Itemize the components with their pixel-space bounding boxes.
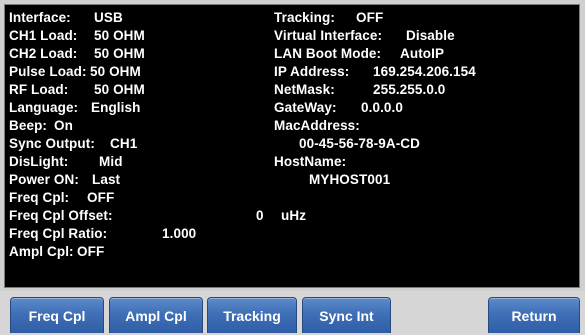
pulse-load-row: Pulse Load: 50 OHM [9,63,141,81]
rf-load-row: RF Load: 50 OHM [9,81,145,99]
mac-address-value: 00-45-56-78-9A-CD [299,136,420,151]
softkey-bar: Freq Cpl Ampl Cpl Tracking Sync Int Retu… [0,291,585,335]
ip-address-label: IP Address: [274,64,350,79]
tracking-softkey[interactable]: Tracking [207,297,297,333]
interface-label: Interface: [9,10,71,25]
beep-label: Beep: [9,118,48,133]
tracking-label: Tracking: [274,10,335,25]
freq-cpl-label: Freq Cpl: [9,190,70,205]
sync-int-softkey[interactable]: Sync Int [302,297,391,333]
beep-value: On [54,118,73,133]
ch2-load-row: CH2 Load: 50 OHM [9,45,145,63]
netmask-label: NetMask: [274,82,335,97]
freq-cpl-row: Freq Cpl: OFF [9,189,114,207]
freq-cpl-ratio-row: Freq Cpl Ratio: 1.000 [9,225,196,243]
mac-address-label: MacAddress: [274,118,360,133]
freq-cpl-value: OFF [87,190,115,205]
ampl-cpl-softkey[interactable]: Ampl Cpl [109,297,203,333]
pulse-load-value: 50 OHM [90,64,141,79]
ampl-cpl-label: Ampl Cpl: [9,244,74,259]
hostname-value: MYHOST001 [309,172,391,187]
instrument-bezel: Interface: USB CH1 Load: 50 OHM CH2 Load: 5… [0,0,585,335]
ampl-cpl-row: Ampl Cpl: OFF [9,243,104,261]
gateway-value: 0.0.0.0 [361,100,403,115]
gateway-row: GateWay: 0.0.0.0 [274,99,403,117]
sync-output-row: Sync Output: CH1 [9,135,137,153]
pulse-load-label: Pulse Load: [9,64,87,79]
lan-boot-mode-row: LAN Boot Mode: AutoIP [274,45,444,63]
virtual-interface-row: Virtual Interface: Disable [274,27,455,45]
lan-boot-mode-value: AutoIP [400,46,445,61]
dislight-label: DisLight: [9,154,69,169]
hostname-row: HostName: [274,153,346,171]
virtual-interface-value: Disable [406,28,455,43]
language-row: Language: English [9,99,140,117]
ch1-load-value: 50 OHM [94,28,145,43]
ch1-load-label: CH1 Load: [9,28,78,43]
sync-output-value: CH1 [110,136,138,151]
mac-address-row: MacAddress: [274,117,360,135]
dislight-value: Mid [99,154,123,169]
dislight-row: DisLight: Mid [9,153,122,171]
tracking-value: OFF [356,10,384,25]
gateway-label: GateWay: [274,100,337,115]
freq-cpl-ratio-value: 1.000 [162,226,197,241]
lan-boot-mode-label: LAN Boot Mode: [274,46,382,61]
freq-cpl-offset-row: Freq Cpl Offset: 0 uHz [9,207,306,225]
language-label: Language: [9,100,79,115]
utility-settings-screen: Interface: USB CH1 Load: 50 OHM CH2 Load: 5… [4,4,580,288]
netmask-value: 255.255.0.0 [373,82,446,97]
ch1-load-row: CH1 Load: 50 OHM [9,27,145,45]
rf-load-value: 50 OHM [94,82,145,97]
beep-row: Beep: On [9,117,73,135]
interface-value: USB [94,10,123,25]
mac-address-value-row: 00-45-56-78-9A-CD [299,135,420,153]
ip-address-row: IP Address: 169.254.206.154 [274,63,476,81]
interface-row: Interface: USB [9,9,123,27]
netmask-row: NetMask: 255.255.0.0 [274,81,445,99]
power-on-label: Power ON: [9,172,79,187]
freq-cpl-ratio-label: Freq Cpl Ratio: [9,226,108,241]
language-value: English [91,100,141,115]
hostname-value-row: MYHOST001 [309,171,390,189]
tracking-row: Tracking: OFF [274,9,383,27]
ch2-load-value: 50 OHM [94,46,145,61]
return-softkey[interactable]: Return [488,297,580,333]
ch2-load-label: CH2 Load: [9,46,78,61]
hostname-label: HostName: [274,154,347,169]
freq-cpl-offset-value: 0 [256,208,264,223]
freq-cpl-offset-label: Freq Cpl Offset: [9,208,113,223]
freq-cpl-softkey[interactable]: Freq Cpl [10,297,104,333]
sync-output-label: Sync Output: [9,136,95,151]
power-on-row: Power ON: Last [9,171,120,189]
virtual-interface-label: Virtual Interface: [274,28,383,43]
ampl-cpl-value: OFF [77,244,105,259]
freq-cpl-offset-unit: uHz [281,208,307,223]
rf-load-label: RF Load: [9,82,69,97]
ip-address-value: 169.254.206.154 [373,64,476,79]
power-on-value: Last [92,172,121,187]
